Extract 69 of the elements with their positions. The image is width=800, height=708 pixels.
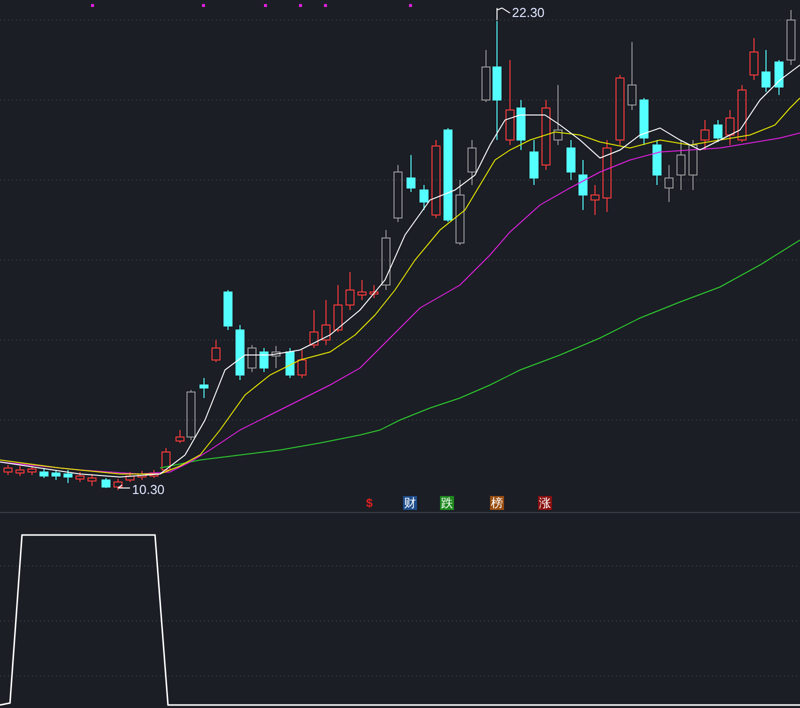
candlestick	[688, 140, 698, 190]
candlestick	[516, 100, 526, 150]
candlestick	[628, 42, 636, 110]
candlestick	[334, 284, 342, 332]
signal-badge: 跌	[440, 496, 454, 510]
signal-badge: 涨	[538, 496, 552, 510]
signal-marker: $	[366, 496, 373, 510]
candlestick	[652, 140, 662, 186]
candlestick	[714, 120, 722, 142]
candlestick	[298, 350, 306, 378]
candlestick	[482, 50, 490, 102]
candlestick	[28, 466, 36, 476]
candlestick	[468, 140, 476, 186]
candlestick	[370, 284, 378, 298]
candlestick	[212, 340, 220, 362]
candlestick	[786, 10, 796, 66]
candlestick	[640, 98, 648, 146]
candlestick	[16, 466, 24, 476]
candlestick	[200, 378, 208, 398]
candlestick	[420, 184, 428, 210]
candlestick	[346, 272, 354, 310]
candlestick	[138, 470, 146, 480]
candlestick	[102, 478, 110, 488]
candlestick	[186, 390, 196, 440]
candlestick	[76, 472, 84, 482]
candlestick	[260, 348, 268, 372]
candlestick	[4, 464, 12, 476]
candlestick	[114, 478, 122, 490]
leader-line	[496, 7, 510, 20]
candlestick	[394, 164, 402, 222]
signal-badge: 财	[403, 496, 417, 510]
candlestick	[566, 140, 576, 180]
candlestick	[322, 300, 330, 346]
candlestick	[750, 38, 758, 80]
candlestick	[700, 120, 710, 150]
candlestick	[286, 348, 294, 378]
candlestick	[406, 154, 416, 192]
candlestick	[162, 448, 170, 472]
candlestick	[382, 230, 390, 290]
low-price-label: 10.30	[132, 482, 165, 498]
candlestick	[248, 344, 256, 372]
candlestick	[726, 110, 734, 146]
candlestick	[272, 346, 280, 368]
candlestick	[358, 280, 366, 300]
candlestick	[88, 474, 96, 486]
candlestick	[310, 310, 318, 348]
candlestick	[676, 140, 686, 190]
candlestick	[236, 324, 244, 380]
candlestick	[542, 100, 550, 170]
candlestick	[64, 470, 72, 484]
candlestick	[126, 472, 134, 482]
candlestick	[664, 164, 674, 202]
high-price-label: 22.30	[512, 5, 545, 21]
candlestick	[554, 84, 562, 146]
candlestick	[530, 140, 538, 186]
candlestick	[224, 290, 232, 330]
candlestick	[40, 468, 48, 478]
leader-line	[118, 484, 130, 488]
candlestick	[150, 470, 158, 478]
candlestick	[774, 60, 784, 96]
candlestick	[52, 470, 60, 480]
candlestick	[738, 84, 746, 142]
signal-badge: 榜	[490, 496, 504, 510]
candlestick	[456, 180, 464, 246]
candlestick	[578, 160, 588, 210]
candlestick	[176, 430, 184, 444]
candlestick	[590, 184, 600, 216]
candlestick	[616, 74, 624, 146]
candlestick	[762, 50, 770, 92]
